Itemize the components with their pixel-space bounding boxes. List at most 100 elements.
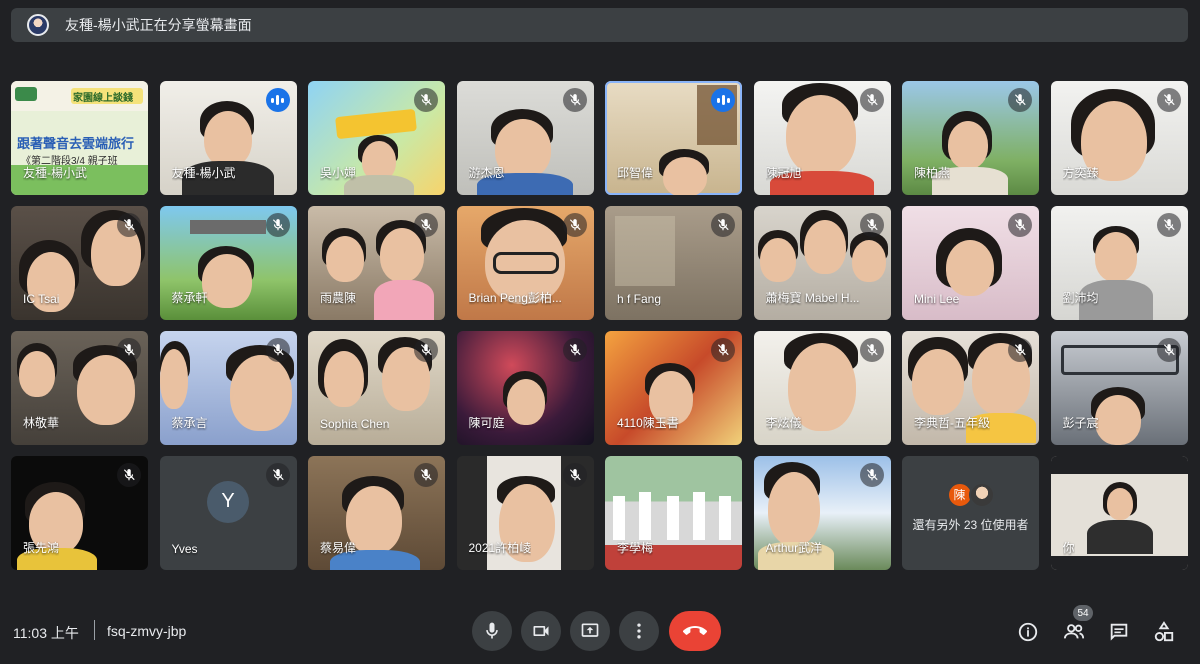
more-options-button[interactable] [619, 611, 659, 651]
participant-name: 陳柏燕 [914, 166, 951, 180]
participant-tile[interactable]: 蔡承軒 [159, 206, 297, 320]
participant-tile[interactable]: 4110陳玉書 [605, 331, 742, 445]
mic-off-icon [711, 338, 735, 362]
mic-off-icon [117, 338, 141, 362]
mic-off-icon [265, 338, 290, 362]
mic-off-icon [1008, 338, 1032, 362]
participant-tile[interactable]: 林敬華 [11, 331, 148, 445]
participant-name: 4110陳玉書 [617, 416, 679, 430]
participant-tile[interactable]: 吳小嬋 [308, 81, 445, 195]
participant-tile[interactable]: Y Yves [159, 456, 297, 570]
mic-off-icon [711, 213, 735, 237]
mic-off-icon [117, 463, 141, 487]
participant-name: Mini Lee [914, 292, 960, 306]
participant-avatar: Y [207, 480, 249, 523]
participant-name: 邱智偉 [617, 166, 654, 180]
leave-call-button[interactable] [669, 611, 721, 651]
microphone-button[interactable] [472, 611, 512, 651]
participant-tile[interactable]: 陳柏燕 [902, 81, 1039, 195]
participant-tile[interactable]: 蕭梅寶 Mabel H... [753, 206, 891, 320]
participant-name: 吳小嬋 [320, 166, 357, 180]
participant-tile[interactable]: 李典哲-五年級 [902, 331, 1039, 445]
mic-off-icon [1156, 88, 1181, 112]
participant-avatar [968, 481, 995, 508]
participant-tile[interactable]: 方奕臻 [1050, 81, 1188, 195]
participant-tile[interactable]: 2021許柏崚 [456, 456, 594, 570]
participant-tile[interactable]: 邱智偉 [605, 81, 742, 195]
people-icon [1063, 624, 1085, 639]
mic-off-icon [1008, 88, 1032, 112]
mic-off-icon [414, 88, 438, 112]
info-icon [1018, 622, 1038, 642]
microphone-icon [486, 622, 498, 639]
participant-name: h f Fang [617, 292, 662, 306]
participant-name: Sophia Chen [320, 417, 390, 431]
participant-tile[interactable]: Sophia Chen [308, 331, 445, 445]
mic-off-icon [859, 88, 884, 112]
participant-name: 張先鴻 [23, 541, 60, 555]
participant-tile[interactable]: Mini Lee [902, 206, 1039, 320]
participants-button[interactable] [1060, 618, 1088, 646]
others-avatars: 陳 [946, 481, 995, 508]
participant-tile[interactable]: 友種-楊小武 [159, 81, 297, 195]
participant-tile[interactable]: 蔡易偉 [308, 456, 445, 570]
participant-name: Arthur武洋 [765, 541, 823, 555]
participant-tile[interactable]: h f Fang [605, 206, 742, 320]
presentation-banner: 友種-楊小武正在分享螢幕畫面 [11, 8, 1188, 42]
participant-tile[interactable]: 陳冠旭 [753, 81, 891, 195]
participant-grid: 家園線上談錢 跟著聲音去雲端旅行 《第二階段3/4 親子班 友種-楊小武 友種-… [11, 81, 1188, 572]
present-button[interactable] [570, 611, 610, 651]
mic-off-icon [414, 338, 438, 362]
participant-tile[interactable]: Brian Peng彭柏... [456, 206, 594, 320]
participant-name: 李炫儀 [765, 416, 802, 430]
participant-tile[interactable]: 李學梅 [605, 456, 742, 570]
end-call-icon [683, 626, 707, 635]
presenter-avatar [27, 14, 49, 36]
bottom-toolbar: 11:03 上午 fsq-zmvy-jbp [0, 604, 1200, 664]
activities-button[interactable] [1150, 618, 1178, 646]
divider [94, 620, 95, 640]
chat-icon [1110, 623, 1128, 641]
participant-tile[interactable]: 劉沛均 [1050, 206, 1188, 320]
chat-button[interactable] [1105, 618, 1133, 646]
mic-off-icon [562, 213, 587, 237]
participant-name: 你 [1062, 541, 1075, 555]
participant-tile[interactable]: 家園線上談錢 跟著聲音去雲端旅行 《第二階段3/4 親子班 友種-楊小武 [11, 81, 148, 195]
self-tile[interactable]: 你 [1050, 456, 1188, 570]
participant-tile[interactable]: 彭子宸 [1050, 331, 1188, 445]
participant-tile[interactable]: 游杰恩 [456, 81, 594, 195]
mic-off-icon [859, 213, 884, 237]
participant-tile[interactable]: Arthur武洋 [753, 456, 891, 570]
activities-icon [1154, 621, 1174, 642]
participant-name: 陳可庭 [468, 416, 505, 430]
participant-name: Yves [171, 542, 198, 556]
participant-name: Brian Peng彭柏... [468, 291, 562, 305]
participant-name: 游杰恩 [468, 166, 505, 180]
participant-count-badge: 54 [1073, 605, 1093, 621]
mic-off-icon [562, 463, 587, 487]
meeting-details-button[interactable] [1014, 618, 1042, 646]
participant-name: 蕭梅寶 Mabel H... [765, 291, 860, 305]
participant-name: 林敬華 [23, 416, 60, 430]
meeting-code: fsq-zmvy-jbp [107, 623, 187, 639]
camera-icon [533, 626, 549, 636]
participant-tile[interactable]: 雨農陳 [308, 206, 445, 320]
mic-off-icon [1156, 338, 1181, 362]
presenting-notice: 友種-楊小武正在分享螢幕畫面 [65, 17, 252, 33]
participant-tile[interactable]: IC Tsai [11, 206, 148, 320]
participant-name: 蔡承言 [171, 416, 208, 430]
participant-name: 2021許柏崚 [468, 541, 532, 555]
participant-tile[interactable]: 李炫儀 [753, 331, 891, 445]
mic-off-icon [117, 213, 141, 237]
camera-button[interactable] [521, 611, 561, 651]
participant-name: 李學梅 [617, 541, 654, 555]
participant-name: 雨農陳 [320, 291, 357, 305]
participant-tile[interactable]: 張先鴻 [11, 456, 148, 570]
mic-off-icon [1156, 213, 1181, 237]
more-participants-tile[interactable]: 陳 還有另外 23 位使用者 [902, 456, 1039, 570]
presentation-title: 跟著聲音去雲端旅行 [17, 136, 135, 151]
participant-name: 友種-楊小武 [171, 166, 236, 180]
participant-tile[interactable]: 蔡承言 [159, 331, 297, 445]
mic-off-icon [859, 463, 884, 487]
participant-tile[interactable]: 陳可庭 [456, 331, 594, 445]
